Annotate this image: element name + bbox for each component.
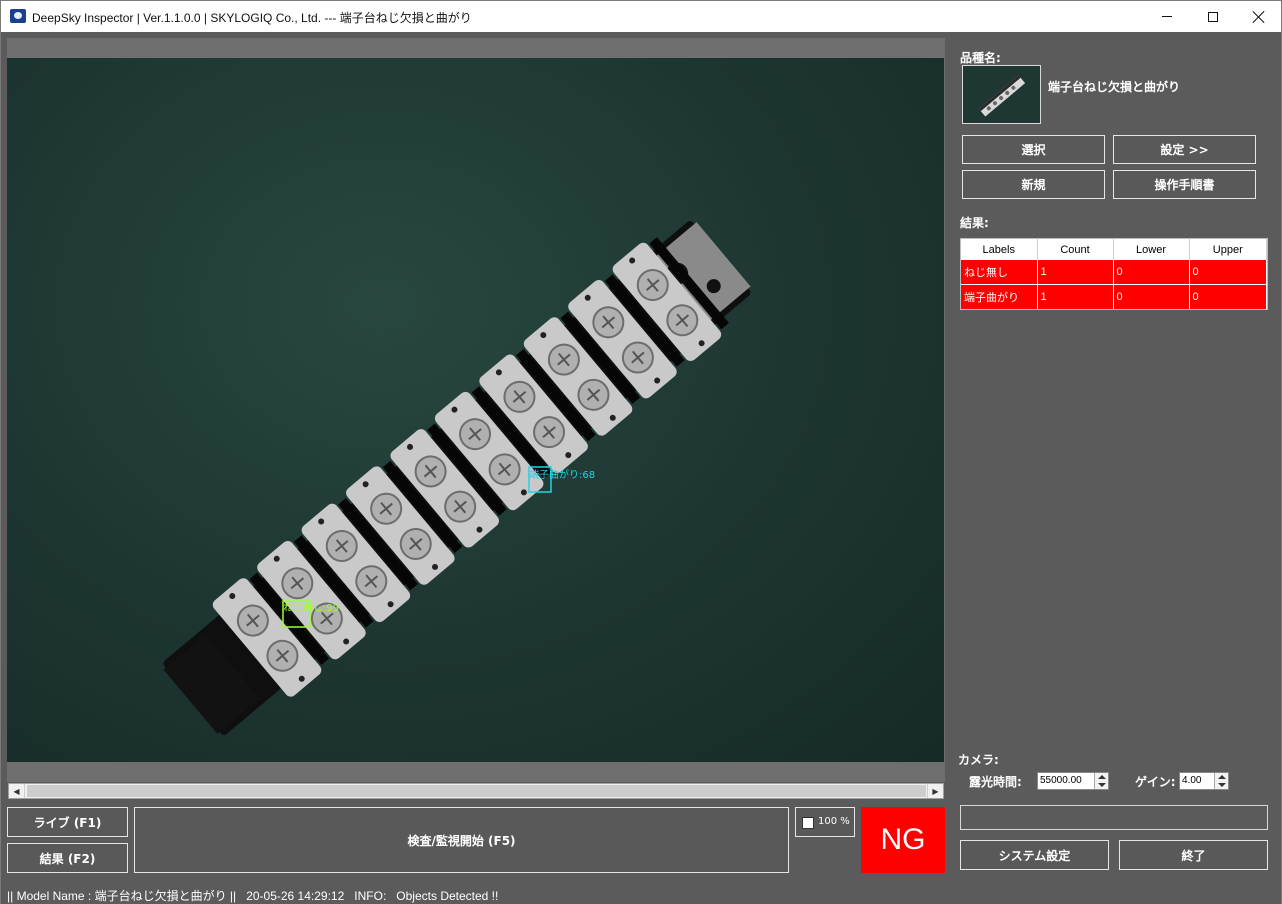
start-inspection-button[interactable]: 検査/監視開始 (F5) — [134, 807, 789, 873]
exposure-label: 露光時間: — [969, 775, 1022, 789]
zoom-control[interactable]: 100 % — [795, 807, 855, 837]
table-cell: 1 — [1037, 283, 1114, 309]
gain-spinbox[interactable]: 4.00 — [1179, 772, 1229, 790]
scroll-right-icon[interactable]: ▶ — [927, 784, 943, 798]
spin-up-icon[interactable] — [1098, 775, 1106, 779]
terminal-block — [163, 221, 751, 735]
column-header-upper: Upper — [1189, 239, 1267, 259]
progress-bar — [960, 805, 1268, 830]
minimize-icon — [1162, 16, 1172, 17]
terminal-block-image: ねじ無し:99 端子曲がり:68 — [163, 221, 751, 735]
gain-stepper[interactable] — [1214, 773, 1228, 789]
title-bar: DeepSky Inspector | Ver.1.1.0.0 | SKYLOG… — [1, 1, 1281, 32]
image-viewport[interactable]: ねじ無し:99 端子曲がり:68 — [7, 38, 945, 782]
status-model: || Model Name : 端子台ねじ欠損と曲がり || — [7, 889, 237, 903]
table-cell: 0 — [1189, 283, 1267, 309]
spin-up-icon[interactable] — [1218, 775, 1226, 779]
detection-label-missing-screw: ねじ無し:99 — [283, 601, 339, 614]
table-cell: 0 — [1189, 258, 1267, 284]
app-logo-icon — [10, 9, 26, 23]
column-header-count: Count — [1037, 239, 1114, 259]
gain-label: ゲイン: — [1135, 775, 1176, 789]
close-button[interactable] — [1236, 1, 1282, 32]
status-text: || Model Name : 端子台ねじ欠損と曲がり || 20-05-26 … — [7, 887, 498, 904]
table-cell: 1 — [1037, 258, 1114, 284]
results-table: Labels Count Lower Upper ねじ無し 1 0 0 端子曲が… — [960, 238, 1268, 310]
result-button[interactable]: 結果 (F2) — [7, 843, 128, 873]
column-header-labels: Labels — [961, 239, 1038, 259]
live-button[interactable]: ライブ (F1) — [7, 807, 128, 837]
zoom-level: 100 % — [818, 816, 850, 827]
status-timestamp: 20-05-26 14:29:12 — [246, 889, 345, 903]
column-header-lower: Lower — [1113, 239, 1190, 259]
select-model-button[interactable]: 選択 — [962, 135, 1105, 164]
close-icon — [1252, 10, 1266, 24]
detection-label-bent-terminal: 端子曲がり:68 — [529, 468, 595, 481]
scrollbar-thumb[interactable] — [27, 785, 926, 797]
minimize-button[interactable] — [1144, 1, 1190, 32]
exposure-stepper[interactable] — [1094, 773, 1108, 789]
exposure-spinbox[interactable]: 55000.00 — [1037, 772, 1109, 790]
table-row[interactable]: 端子曲がり 1 0 0 — [961, 283, 1267, 309]
model-thumbnail — [962, 65, 1041, 124]
results-label: 結果: — [960, 216, 989, 230]
camera-label: カメラ: — [958, 753, 999, 767]
spin-down-icon[interactable] — [1218, 783, 1226, 787]
table-row[interactable]: ねじ無し 1 0 0 — [961, 258, 1267, 284]
app-window: DeepSky Inspector | Ver.1.1.0.0 | SKYLOG… — [0, 0, 1282, 904]
status-bar: || Model Name : 端子台ねじ欠損と曲がり || 20-05-26 … — [1, 883, 1281, 904]
new-model-button[interactable]: 新規 — [962, 170, 1105, 199]
horizontal-scrollbar[interactable]: ◀ ▶ — [8, 783, 944, 799]
table-cell: 端子曲がり — [961, 283, 1038, 309]
manual-button[interactable]: 操作手順書 — [1113, 170, 1256, 199]
table-cell: 0 — [1113, 258, 1190, 284]
zoom-checkbox[interactable] — [802, 817, 814, 829]
model-label: 品種名: — [960, 51, 1001, 65]
table-cell: ねじ無し — [961, 258, 1038, 284]
camera-image[interactable]: ねじ無し:99 端子曲がり:68 — [7, 58, 944, 762]
exit-button[interactable]: 終了 — [1119, 840, 1268, 870]
gain-value[interactable]: 4.00 — [1182, 775, 1201, 786]
system-settings-button[interactable]: システム設定 — [960, 840, 1109, 870]
table-cell: 0 — [1113, 283, 1190, 309]
scroll-left-icon[interactable]: ◀ — [9, 784, 25, 798]
spin-down-icon[interactable] — [1098, 783, 1106, 787]
judgement-indicator: NG — [861, 807, 945, 873]
exposure-value[interactable]: 55000.00 — [1040, 775, 1082, 786]
maximize-button[interactable] — [1190, 1, 1236, 32]
model-settings-button[interactable]: 設定 >> — [1113, 135, 1256, 164]
status-info: INFO: Objects Detected !! — [354, 889, 499, 903]
model-name: 端子台ねじ欠損と曲がり — [1048, 80, 1181, 94]
window-title: DeepSky Inspector | Ver.1.1.0.0 | SKYLOG… — [32, 11, 472, 25]
maximize-icon — [1208, 11, 1218, 22]
